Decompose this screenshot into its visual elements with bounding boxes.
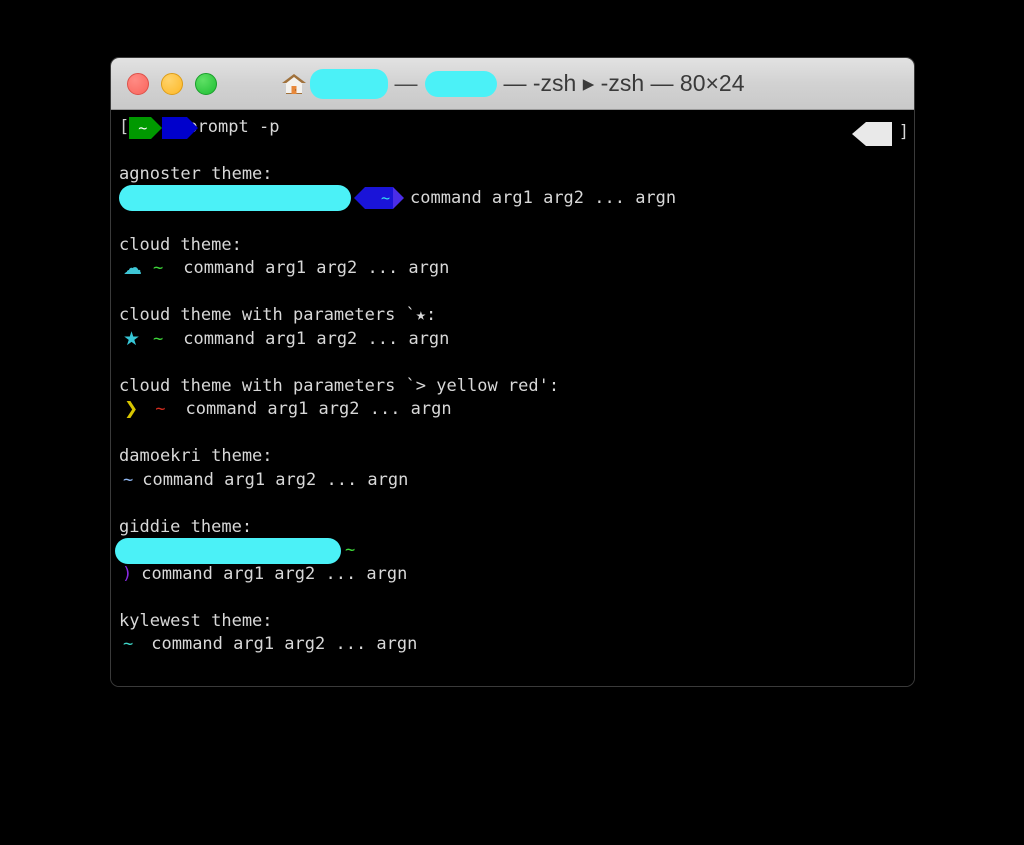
powerline-segment-home: ~: [129, 116, 163, 139]
theme-heading-cloud-star: cloud theme with parameters `★:: [111, 304, 914, 328]
sample-command-kylewest: command arg1 arg2 ... argn: [151, 634, 418, 654]
home-tilde-damoekri: ~: [123, 469, 134, 490]
heading-text: damoekri theme:: [119, 446, 273, 466]
prompt-command: prompt -p: [187, 117, 280, 137]
heading-text: agnoster theme:: [119, 164, 273, 184]
prompt-char-giddie: ): [122, 563, 133, 584]
sample-command-giddie: command arg1 arg2 ... argn: [141, 563, 408, 584]
title-dash-1: —: [394, 70, 418, 96]
heading-text: cloud theme:: [119, 234, 242, 255]
prompt-line: [~ prompt -p ]: [111, 116, 914, 146]
theme-heading-agnoster: agnoster theme:: [111, 163, 914, 187]
heading-text: kylewest theme:: [119, 610, 273, 631]
maximize-button[interactable]: [195, 72, 217, 95]
home-tilde-kylewest: ~: [123, 634, 134, 654]
home-tilde-giddie: ~: [345, 540, 356, 560]
home-tilde-yellow-red: ~: [155, 399, 166, 419]
cloud-icon: ☁: [123, 257, 142, 279]
window-title-text: — -zsh ▸ -zsh — 80×24: [503, 70, 745, 96]
sample-command-agnoster: command arg1 arg2 ... argn: [410, 187, 677, 208]
theme-sample-kylewest: ~ command arg1 arg2 ... argn: [111, 633, 914, 657]
home-tilde-cloud: ~: [153, 258, 164, 278]
redacted-prompt-giddie: [115, 537, 341, 564]
terminal-output[interactable]: [~ prompt -p ] agnoster theme: ~ command …: [111, 110, 914, 686]
theme-sample-giddie: ) command arg1 arg2 ... argn: [111, 563, 914, 587]
chevron-right-icon: ❯: [124, 399, 139, 419]
heading-text: giddie theme:: [119, 516, 253, 537]
theme-heading-damoekri: damoekri theme:: [111, 445, 914, 469]
redacted-hostname: [309, 68, 388, 99]
powerline-segment-agnoster-home: ~: [353, 187, 405, 210]
theme-sample-cloud-star: ★ ~ command arg1 arg2 ... argn: [111, 328, 914, 352]
prompt-open-bracket: [: [119, 117, 130, 137]
theme-sample-cloud-yellow-red: ❯ ~ command arg1 arg2 ... argn: [111, 398, 914, 422]
theme-heading-kylewest: kylewest theme:: [111, 610, 914, 634]
redacted-prompt-agnoster: [119, 185, 351, 212]
sample-command-cloud-star: command arg1 arg2 ... argn: [183, 328, 450, 349]
theme-heading-giddie: giddie theme:: [111, 516, 914, 540]
theme-sample-giddie-host: ~: [111, 537, 914, 564]
home-tilde-cloud-star: ~: [153, 328, 164, 349]
theme-sample-damoekri: ~ command arg1 arg2 ... argn: [111, 469, 914, 493]
sample-command-cloud: command arg1 arg2 ... argn: [183, 258, 450, 278]
star-icon: ★: [123, 327, 141, 350]
theme-sample-agnoster: ~ command arg1 arg2 ... argn: [111, 185, 914, 212]
traffic-light-group: [111, 72, 217, 95]
window-title-bar[interactable]: — — -zsh ▸ -zsh — 80×24: [111, 58, 914, 110]
home-icon: [281, 73, 306, 94]
terminal-window: — — -zsh ▸ -zsh — 80×24 [~ prompt -p ] a…: [110, 57, 915, 687]
redacted-username: [424, 70, 497, 97]
heading-text: cloud theme with parameters `> yellow re…: [119, 375, 560, 396]
theme-heading-cloud-yellow-red: cloud theme with parameters `> yellow re…: [111, 375, 914, 399]
sample-command-yellow-red: command arg1 arg2 ... argn: [185, 399, 452, 419]
theme-heading-cloud: cloud theme:: [111, 234, 914, 258]
close-button[interactable]: [127, 72, 149, 95]
sample-command-damoekri: command arg1 arg2 ... argn: [142, 469, 409, 490]
theme-sample-cloud: ☁ ~ command arg1 arg2 ... argn: [111, 257, 914, 281]
powerline-segment-arrow: [162, 116, 199, 139]
window-title: — — -zsh ▸ -zsh — 80×24: [111, 58, 914, 109]
minimize-button[interactable]: [161, 72, 183, 95]
heading-text: cloud theme with parameters `★:: [119, 305, 437, 325]
